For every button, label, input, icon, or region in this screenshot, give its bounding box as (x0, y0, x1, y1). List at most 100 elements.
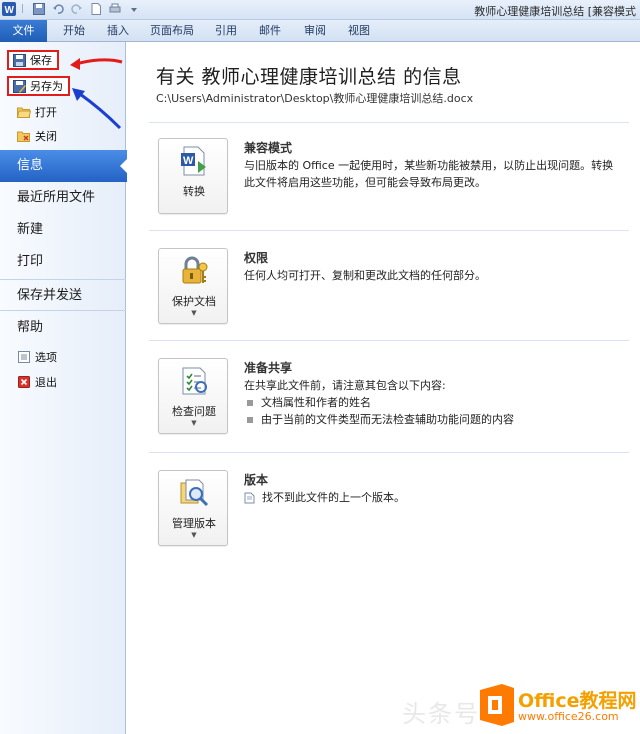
nav-recent-label: 最近所用文件 (17, 190, 96, 205)
divider (149, 340, 629, 341)
manage-versions-label: 管理版本 (172, 517, 216, 530)
save-as-label: 另存为 (30, 80, 63, 93)
lock-key-icon (182, 256, 208, 284)
dropdown-arrow-icon: ▼ (191, 531, 197, 539)
tab-review[interactable]: 审阅 (295, 20, 335, 42)
bullet-text: 由于当前的文件类型而无法检查辅助功能问题的内容 (261, 413, 514, 426)
divider (149, 230, 629, 231)
open-folder-icon (17, 105, 31, 119)
save-icon (12, 53, 26, 67)
prepare-sharing-text: 在共享此文件前，请注意其包含以下内容: (244, 379, 446, 392)
open-label: 打开 (35, 106, 57, 119)
permissions-text: 任何人均可打开、复制和更改此文档的任何部分。 (244, 269, 486, 282)
bullet-square-icon (247, 399, 253, 406)
close-command[interactable]: 关闭 (17, 126, 57, 146)
print-preview-icon[interactable] (108, 2, 122, 16)
tab-mailings[interactable]: 邮件 (250, 20, 290, 42)
nav-save-send-label: 保存并发送 (17, 288, 83, 303)
redo-icon[interactable] (70, 2, 84, 16)
nav-print-label: 打印 (17, 254, 44, 269)
bullet-text: 文档属性和作者的姓名 (261, 396, 371, 409)
save-as-icon (12, 79, 26, 93)
ribbon-tab-bar: 文件 开始 插入 页面布局 引用 邮件 审阅 视图 (0, 20, 640, 42)
permissions-section: 保护文档 ▼ 权限 任何人均可打开、复制和更改此文档的任何部分。 (158, 248, 628, 328)
tab-page-layout[interactable]: 页面布局 (140, 20, 204, 42)
nav-new[interactable]: 新建 (0, 214, 126, 246)
tab-insert[interactable]: 插入 (96, 20, 140, 42)
undo-icon[interactable] (51, 2, 65, 16)
bullet-square-icon (247, 416, 253, 423)
check-for-issues-label: 检查问题 (172, 405, 216, 418)
nav-new-label: 新建 (17, 222, 44, 237)
exit-icon (17, 375, 31, 389)
svg-text:W: W (5, 5, 15, 16)
dropdown-arrow-icon: ▼ (191, 309, 197, 317)
dropdown-arrow-icon: ▼ (191, 419, 197, 427)
save-label: 保存 (30, 54, 52, 67)
close-label: 关闭 (35, 130, 57, 143)
versions-magnifier-icon (180, 479, 209, 507)
word-app-icon[interactable]: W (2, 2, 16, 16)
quick-access-toolbar: W | (2, 2, 141, 16)
nav-print[interactable]: 打印 (0, 246, 126, 278)
open-command[interactable]: 打开 (17, 102, 57, 122)
title-bar: W | 教师心理健康培训总结 [兼容模式 (0, 0, 640, 20)
protect-document-label: 保护文档 (172, 295, 216, 308)
brand-watermark: Office教程网 (518, 690, 637, 712)
info-pane: 有关 教师心理健康培训总结 的信息 C:\Users\Administrator… (127, 42, 640, 734)
versions-text: 找不到此文件的上一个版本。 (262, 491, 405, 504)
exit-command[interactable]: 退出 (17, 372, 57, 392)
exit-label: 退出 (35, 376, 57, 389)
tab-home[interactable]: 开始 (52, 20, 96, 42)
tab-view[interactable]: 视图 (339, 20, 379, 42)
nav-info-label: 信息 (17, 158, 44, 173)
page-title: 有关 教师心理健康培训总结 的信息 (156, 66, 462, 88)
options-icon (17, 350, 31, 364)
nav-info[interactable]: 信息 (0, 150, 130, 182)
list-item: 文档属性和作者的姓名 (244, 394, 614, 411)
permissions-heading: 权限 (244, 251, 269, 265)
qat-separator: | (21, 4, 25, 14)
qat-save-icon[interactable] (32, 2, 46, 16)
document-title: 教师心理健康培训总结 [兼容模式 (474, 5, 636, 18)
prepare-sharing-section: 检查问题 ▼ 准备共享 在共享此文件前，请注意其包含以下内容: 文档属性和作者的… (158, 358, 628, 438)
divider (149, 122, 629, 123)
version-doc-icon (244, 492, 255, 503)
compatibility-text: 与旧版本的 Office 一起使用时，某些新功能被禁用，以防止出现问题。转换此文… (244, 159, 614, 189)
convert-button[interactable]: W 转换 (158, 138, 228, 214)
prepare-sharing-body: 在共享此文件前，请注意其包含以下内容: 文档属性和作者的姓名 由于当前的文件类型… (244, 377, 614, 428)
versions-heading: 版本 (244, 473, 269, 487)
convert-label: 转换 (183, 185, 205, 198)
convert-icon: W (181, 146, 206, 176)
toutiao-watermark: 头条号 (402, 700, 480, 728)
compatibility-heading: 兼容模式 (244, 141, 293, 155)
list-item: 由于当前的文件类型而无法检查辅助功能问题的内容 (244, 411, 614, 428)
compatibility-section: W 转换 兼容模式 与旧版本的 Office 一起使用时，某些新功能被禁用，以防… (158, 138, 628, 218)
divider (149, 452, 629, 453)
file-path: C:\Users\Administrator\Desktop\教师心理健康培训总… (156, 92, 474, 105)
customize-qat-icon[interactable] (127, 2, 141, 16)
prepare-sharing-heading: 准备共享 (244, 361, 293, 375)
options-label: 选项 (35, 351, 57, 364)
tab-references[interactable]: 引用 (206, 20, 246, 42)
save-as-command[interactable]: 另存为 (7, 76, 70, 96)
protect-document-button[interactable]: 保护文档 ▼ (158, 248, 228, 324)
nav-help[interactable]: 帮助 (0, 312, 126, 344)
nav-recent[interactable]: 最近所用文件 (0, 182, 126, 214)
brand-url-watermark: www.office26.com (518, 710, 619, 723)
check-for-issues-button[interactable]: 检查问题 ▼ (158, 358, 228, 434)
inspect-checklist-icon (182, 367, 207, 395)
red-annotation-arrow (70, 58, 123, 70)
nav-help-label: 帮助 (17, 320, 44, 335)
svg-text:W: W (183, 155, 194, 167)
options-command[interactable]: 选项 (17, 347, 57, 367)
backstage-nav: 保存 另存为 打开 关闭 信息 最近所用文件 新建 打印 保存并发送 帮助 选项… (0, 42, 130, 734)
close-folder-icon (17, 129, 31, 143)
blue-annotation-arrow (72, 88, 122, 130)
versions-section: 管理版本 ▼ 版本 找不到此文件的上一个版本。 (158, 470, 628, 550)
save-command[interactable]: 保存 (7, 50, 59, 70)
nav-save-send[interactable]: 保存并发送 (0, 279, 126, 311)
tab-file[interactable]: 文件 (0, 20, 47, 42)
manage-versions-button[interactable]: 管理版本 ▼ (158, 470, 228, 546)
new-doc-icon[interactable] (89, 2, 103, 16)
